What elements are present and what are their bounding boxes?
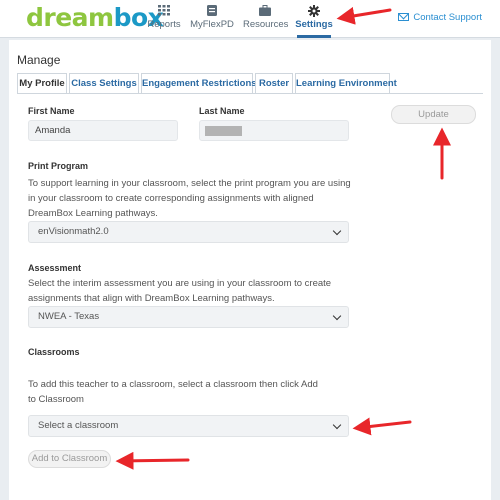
page-title: Manage (17, 53, 61, 67)
print-program-title: Print Program (28, 161, 89, 171)
tab-my-profile[interactable]: My Profile (17, 73, 67, 93)
update-button[interactable]: Update (391, 105, 476, 124)
print-program-description: To support learning in your classroom, s… (28, 178, 351, 219)
chevron-down-icon (332, 226, 342, 236)
classrooms-description: To add this teacher to a classroom, sele… (28, 379, 318, 405)
assessment-description: Select the interim assessment you are us… (28, 278, 332, 304)
classrooms-title: Classrooms (28, 347, 80, 357)
chevron-down-icon (332, 311, 342, 321)
settings-panel: Manage My Profile Class Settings Engagem… (9, 40, 491, 500)
nav-reports[interactable]: Reports (146, 0, 182, 38)
chevron-down-icon (332, 420, 342, 430)
nav-reports-label: Reports (147, 19, 181, 30)
assessment-value: NWEA - Texas (38, 311, 100, 322)
gear-icon (308, 5, 320, 17)
classroom-placeholder: Select a classroom (38, 420, 119, 431)
classroom-select[interactable]: Select a classroom (28, 415, 349, 437)
envelope-icon (398, 13, 410, 21)
print-program-value: enVisionmath2.0 (38, 226, 109, 237)
grid-icon (158, 5, 170, 16)
tab-roster[interactable]: Roster (255, 73, 293, 93)
first-name-field[interactable]: Amanda (28, 120, 178, 141)
nav-myflexpd[interactable]: MyFlexPD (190, 0, 234, 38)
contact-support-link[interactable]: Contact Support (398, 12, 482, 23)
tab-learning-environment[interactable]: Learning Environment (295, 73, 397, 93)
tab-engagement-restrictions[interactable]: Engagement Restrictions (141, 73, 257, 93)
logo-dream: dream (26, 3, 114, 32)
last-name-field[interactable] (199, 120, 349, 141)
redacted-value (205, 126, 242, 136)
briefcase-icon (259, 5, 271, 16)
nav-settings-label: Settings (295, 19, 333, 30)
pd-icon (207, 5, 217, 16)
nav-myflexpd-label: MyFlexPD (190, 19, 234, 30)
tab-class-settings[interactable]: Class Settings (69, 73, 139, 93)
top-navigation-bar: dreambox Reports MyFlexPD Resources Sett… (0, 0, 500, 38)
nav-resources-label: Resources (243, 19, 289, 30)
first-name-label: First Name (28, 106, 75, 116)
add-to-classroom-button[interactable]: Add to Classroom (28, 450, 111, 468)
print-program-select[interactable]: enVisionmath2.0 (28, 221, 349, 243)
assessment-title: Assessment (28, 263, 82, 273)
dreambox-logo[interactable]: dreambox (26, 3, 164, 32)
nav-settings[interactable]: Settings (295, 0, 333, 38)
assessment-select[interactable]: NWEA - Texas (28, 306, 349, 328)
contact-support-label: Contact Support (413, 12, 482, 23)
tab-divider (17, 93, 483, 94)
last-name-label: Last Name (199, 106, 245, 116)
nav-resources[interactable]: Resources (243, 0, 289, 38)
